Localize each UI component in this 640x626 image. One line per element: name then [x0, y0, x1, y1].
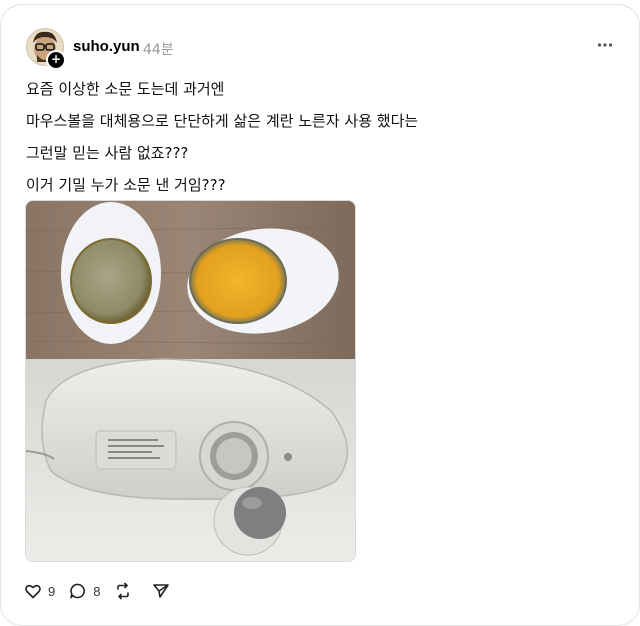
post-actions: 9 8	[24, 580, 190, 602]
post-time: 44분	[143, 42, 174, 58]
heart-icon	[25, 584, 41, 599]
like-count: 9	[48, 583, 56, 599]
comment-icon	[70, 583, 86, 599]
post-text-line: 이거 기밀 누가 소문 낸 거임???	[26, 176, 226, 194]
like-button[interactable]: 9	[24, 582, 55, 600]
follow-plus-icon[interactable]: +	[46, 50, 66, 70]
post-image[interactable]	[25, 200, 356, 562]
reply-count: 8	[93, 583, 101, 599]
repost-button[interactable]	[114, 582, 138, 600]
send-icon	[153, 584, 170, 598]
post-text-line: 요즘 이상한 소문 도는데 과거엔	[26, 80, 225, 98]
username[interactable]: suho.yun	[73, 38, 140, 55]
post-text-line: 마우스볼을 대체용으로 단단하게 삶은 계란 노른자 사용 했다는	[26, 112, 419, 130]
reply-button[interactable]: 8	[69, 582, 100, 600]
more-horizontal-icon[interactable]	[596, 36, 614, 54]
repost-icon	[117, 582, 130, 600]
share-button[interactable]	[152, 582, 176, 600]
post-text-line: 그런말 믿는 사람 없죠???	[26, 144, 189, 162]
